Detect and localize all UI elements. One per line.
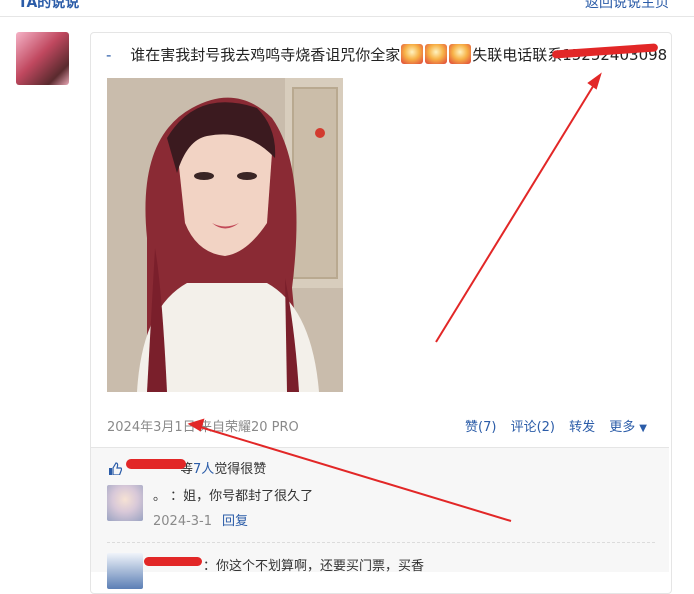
annotation-arrows bbox=[187, 72, 602, 522]
